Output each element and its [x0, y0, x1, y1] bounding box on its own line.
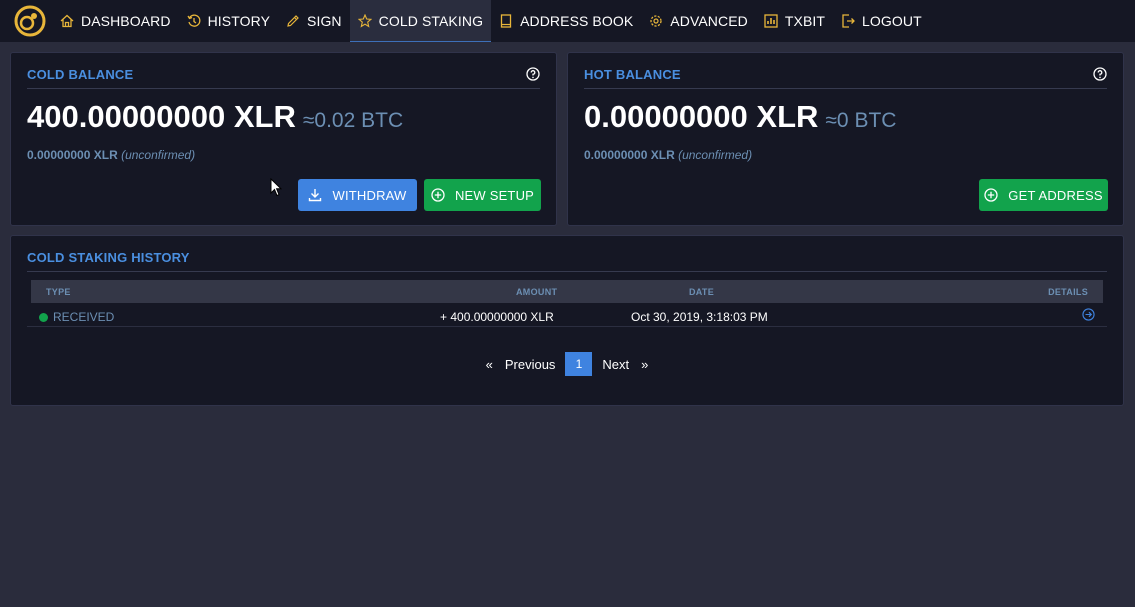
home-icon — [60, 14, 74, 28]
pagination-current-page[interactable]: 1 — [565, 352, 593, 376]
row-amount: + 400.00000000 XLR — [440, 310, 554, 324]
row-type-label: RECEIVED — [53, 310, 115, 324]
card-header: COLD BALANCE — [27, 67, 540, 89]
nav-cold-staking[interactable]: COLD STAKING — [349, 0, 492, 42]
hot-unconfirmed: 0.00000000 XLR (unconfirmed) — [584, 148, 752, 162]
table-row: RECEIVED + 400.00000000 XLR Oct 30, 2019… — [27, 305, 1107, 327]
help-icon[interactable] — [1093, 67, 1107, 81]
card-header: COLD STAKING HISTORY — [27, 250, 1107, 272]
get-address-label: GET ADDRESS — [1008, 187, 1103, 203]
cold-balance-line: 400.00000000 XLR ≈0.02 BTC — [27, 99, 403, 135]
book-icon — [500, 14, 512, 28]
nav-address-book[interactable]: ADDRESS BOOK — [491, 0, 641, 42]
withdraw-label: WITHDRAW — [332, 187, 407, 203]
history-title: COLD STAKING HISTORY — [27, 250, 190, 265]
nav-label: SIGN — [307, 13, 342, 29]
column-details: DETAILS — [1048, 287, 1088, 297]
cold-staking-history-card: COLD STAKING HISTORY TYPE AMOUNT DATE DE… — [10, 235, 1124, 406]
get-address-button[interactable]: GET ADDRESS — [979, 179, 1108, 211]
nav-label: ADDRESS BOOK — [520, 13, 634, 29]
nav-advanced[interactable]: ADVANCED — [641, 0, 756, 42]
column-type: TYPE — [46, 287, 71, 297]
help-icon[interactable] — [526, 67, 540, 81]
history-icon — [187, 14, 201, 27]
row-date: Oct 30, 2019, 3:18:03 PM — [631, 310, 768, 324]
cold-balance-amount: 400.00000000 XLR — [27, 99, 296, 134]
withdraw-button[interactable]: WITHDRAW — [298, 179, 417, 211]
nav-sign[interactable]: SIGN — [278, 0, 350, 42]
row-type: RECEIVED — [39, 310, 114, 324]
pagination-previous[interactable]: Previous — [499, 357, 562, 372]
hot-balance-title: HOT BALANCE — [584, 67, 681, 82]
hot-balance-amount: 0.00000000 XLR — [584, 99, 819, 134]
history-table-header: TYPE AMOUNT DATE DETAILS — [31, 280, 1103, 303]
cold-unconfirmed-label: (unconfirmed) — [121, 148, 196, 162]
pagination-last[interactable]: » — [635, 357, 654, 372]
app-logo-icon[interactable] — [14, 4, 48, 38]
plus-circle-icon — [431, 188, 445, 202]
column-date: DATE — [689, 287, 715, 297]
nav-label: DASHBOARD — [81, 13, 171, 29]
pencil-icon — [287, 15, 299, 27]
nav-logout[interactable]: LOGOUT — [833, 0, 930, 42]
column-amount: AMOUNT — [516, 287, 558, 297]
hot-balance-btc: ≈0 BTC — [825, 109, 897, 132]
cold-unconfirmed-amount: 0.00000000 XLR — [27, 148, 118, 162]
pagination-first[interactable]: « — [480, 357, 499, 372]
cold-balance-btc: ≈0.02 BTC — [302, 109, 404, 132]
hot-balance-card: HOT BALANCE 0.00000000 XLR ≈0 BTC 0.0000… — [567, 52, 1124, 226]
nav-txbit[interactable]: TXBIT — [756, 0, 833, 42]
new-setup-button[interactable]: NEW SETUP — [424, 179, 541, 211]
chart-icon — [764, 14, 778, 28]
nav-label: COLD STAKING — [378, 12, 484, 29]
cold-unconfirmed: 0.00000000 XLR (unconfirmed) — [27, 148, 195, 162]
pagination-next[interactable]: Next — [596, 357, 635, 372]
card-header: HOT BALANCE — [584, 67, 1107, 89]
nav-history[interactable]: HISTORY — [179, 0, 278, 42]
pagination: « Previous 1 Next » — [11, 352, 1123, 376]
arrow-circle-right-icon[interactable] — [1082, 308, 1095, 321]
nav-label: TXBIT — [784, 13, 826, 29]
hot-unconfirmed-amount: 0.00000000 XLR — [584, 148, 675, 162]
status-dot-icon — [39, 313, 48, 322]
nav-dashboard[interactable]: DASHBOARD — [52, 0, 179, 42]
hot-unconfirmed-label: (unconfirmed) — [678, 148, 753, 162]
download-icon — [309, 189, 322, 202]
cold-balance-title: COLD BALANCE — [27, 67, 134, 82]
nav-label: ADVANCED — [670, 13, 748, 29]
hot-balance-line: 0.00000000 XLR ≈0 BTC — [584, 99, 896, 135]
plus-circle-icon — [984, 188, 998, 202]
nav-label: HISTORY — [207, 13, 271, 29]
nav-label: LOGOUT — [862, 13, 922, 29]
mouse-cursor-icon — [270, 178, 282, 197]
logout-icon — [842, 14, 855, 28]
star-icon — [357, 13, 372, 28]
new-setup-label: NEW SETUP — [454, 187, 535, 203]
gear-icon — [650, 15, 662, 27]
top-navbar: DASHBOARD HISTORY SIGN COLD STAKING ADDR… — [0, 0, 1135, 42]
cold-balance-card: COLD BALANCE 400.00000000 XLR ≈0.02 BTC … — [10, 52, 557, 226]
